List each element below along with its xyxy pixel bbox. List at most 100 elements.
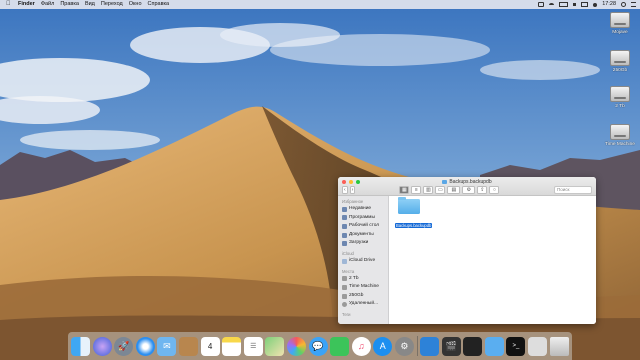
disc-icon <box>342 302 347 308</box>
drive-icon <box>342 293 347 299</box>
menu-file[interactable]: Файл <box>41 0 55 9</box>
sidebar-item-label: Рабочий стол <box>349 223 380 229</box>
status-area: 17:28 <box>538 0 636 9</box>
drive-icon <box>610 50 630 66</box>
menu-window[interactable]: Окно <box>129 0 142 9</box>
menu-list-icon[interactable] <box>631 2 636 7</box>
tags-button[interactable]: ○ <box>489 185 500 194</box>
finder-window[interactable]: Backups.backupdb ‹ › ▦ ≡ ▥ ▭ ▤ ⚙ ⇪ ○ Пои… <box>338 177 596 324</box>
menu-edit[interactable]: Правка <box>60 0 79 9</box>
folder-label: Backups.backupdb <box>395 223 433 228</box>
sidebar-section-favorites: Избранное <box>342 199 364 204</box>
icon-view-button[interactable]: ▦ <box>399 185 410 194</box>
clock-icon <box>342 206 347 212</box>
display-icon[interactable] <box>420 336 440 356</box>
apps-icon <box>342 215 347 221</box>
sidebar-item-desktop[interactable]: Рабочий стол <box>338 222 388 231</box>
finder-content[interactable]: Backups.backupdb <box>389 196 596 324</box>
photos-icon[interactable] <box>286 336 306 356</box>
sidebar-item-label: Документы <box>349 231 374 237</box>
music-icon[interactable]: ♫ <box>351 336 371 356</box>
volume-icon[interactable] <box>573 3 577 6</box>
cast-icon[interactable] <box>538 2 545 7</box>
sidebar-item-documents[interactable]: Документы <box>338 231 388 240</box>
appstore-icon[interactable]: A <box>373 336 393 356</box>
calendar-icon[interactable]: 4 <box>200 336 220 356</box>
final-cut-icon[interactable]: 🎬 <box>441 336 461 356</box>
sidebar-item-recents[interactable]: Недавние <box>338 205 388 214</box>
trash-icon[interactable] <box>549 336 569 356</box>
menu-bar:  Finder Файл Правка Вид Переход Окно Сп… <box>0 0 640 9</box>
search-icon[interactable] <box>621 2 626 7</box>
sidebar-item-remote-disc[interactable]: Удаленный... <box>338 300 388 309</box>
back-button[interactable]: ‹ <box>342 185 348 194</box>
download-icon <box>342 241 347 247</box>
drive-icon <box>342 284 347 290</box>
reminders-icon[interactable]: ☰ <box>243 336 263 356</box>
terminal-icon[interactable]: >_ <box>506 336 526 356</box>
sidebar-item-label: Удаленный... <box>349 301 379 307</box>
finder-icon[interactable] <box>71 336 90 356</box>
system-preferences-icon[interactable]: ⚙ <box>394 336 414 356</box>
remote-icon[interactable] <box>528 336 548 356</box>
folder-backups-backupdb[interactable]: Backups.backupdb <box>395 197 433 232</box>
folder-icon <box>398 197 420 214</box>
menubar-clock[interactable]: 17:28 <box>602 0 616 9</box>
apple-icon[interactable]:  <box>6 0 12 9</box>
battery-icon[interactable] <box>559 2 569 7</box>
sidebar-item-icloud-drive[interactable]: iCloud Drive <box>338 257 388 266</box>
facetime-icon[interactable] <box>330 336 350 356</box>
search-input[interactable]: Поиск <box>554 185 592 194</box>
keyboard-icon[interactable] <box>581 2 589 7</box>
menu-finder[interactable]: Finder <box>18 0 35 9</box>
menu-go[interactable]: Переход <box>101 0 123 9</box>
messages-icon[interactable]: 💬 <box>308 336 328 356</box>
column-view-button[interactable]: ▥ <box>423 185 434 194</box>
desktop-drive-2tb[interactable]: 2 Tb <box>600 86 640 109</box>
document-icon <box>342 232 347 238</box>
sidebar-item-250gb[interactable]: 250Gb <box>338 292 388 301</box>
siri-icon[interactable] <box>92 336 112 356</box>
sidebar-item-label: Программы <box>349 214 375 220</box>
desktop-drive-mojave[interactable]: Mojave <box>600 12 640 35</box>
drive-icon <box>610 12 630 28</box>
sidebar-item-applications[interactable]: Программы <box>338 214 388 223</box>
forward-button[interactable]: › <box>349 185 356 194</box>
finder-sidebar: Избранное Недавние Программы Рабочий сто… <box>338 196 389 324</box>
desktop:  Finder Файл Правка Вид Переход Окно Сп… <box>0 0 640 360</box>
cloud-icon <box>342 258 347 264</box>
desktop-drive-time-machine[interactable]: Time Machine <box>600 124 640 147</box>
sidebar-item-time-machine[interactable]: Time Machine <box>338 283 388 292</box>
folder-icon[interactable] <box>484 336 504 356</box>
notes-icon[interactable] <box>222 336 242 356</box>
share-button[interactable]: ⇪ <box>477 185 488 194</box>
sidebar-item-2tb[interactable]: 2 Tb <box>338 275 388 284</box>
compressor-icon[interactable] <box>463 336 483 356</box>
wifi-icon[interactable] <box>549 2 555 7</box>
safari-icon[interactable] <box>135 336 155 356</box>
dock-separator <box>416 336 418 356</box>
sidebar-item-label: Загрузки <box>349 240 369 246</box>
list-view-button[interactable]: ≡ <box>411 185 422 194</box>
menu-view[interactable]: Вид <box>85 0 95 9</box>
user-icon[interactable] <box>593 2 598 7</box>
sidebar-item-downloads[interactable]: Загрузки <box>338 239 388 248</box>
contacts-icon[interactable] <box>178 336 198 356</box>
desktop-drive-250gb[interactable]: 250Gb <box>600 50 640 73</box>
action-gear-button[interactable]: ⚙ <box>462 185 476 194</box>
gallery-view-button[interactable]: ▭ <box>435 185 446 194</box>
group-button[interactable]: ▤ <box>447 185 461 194</box>
launchpad-icon[interactable]: 🚀 <box>114 336 134 356</box>
menu-help[interactable]: Справка <box>148 0 170 9</box>
folder-icon <box>442 179 448 184</box>
drive-icon <box>342 276 347 282</box>
sidebar-item-label: 2 Tb <box>349 275 359 281</box>
dock: 🚀 ✉ 4 ☰ 💬 ♫ A ⚙ 🎬 >_ <box>68 332 572 360</box>
drive-icon <box>610 86 630 102</box>
sidebar-item-label: iCloud Drive <box>349 257 376 263</box>
maps-icon[interactable] <box>265 336 285 356</box>
mail-icon[interactable]: ✉ <box>157 336 177 356</box>
calendar-day: 4 <box>207 341 213 351</box>
sidebar-section-locations: Места <box>342 268 355 274</box>
window-titlebar[interactable]: Backups.backupdb ‹ › ▦ ≡ ▥ ▭ ▤ ⚙ ⇪ ○ Пои… <box>338 177 596 196</box>
